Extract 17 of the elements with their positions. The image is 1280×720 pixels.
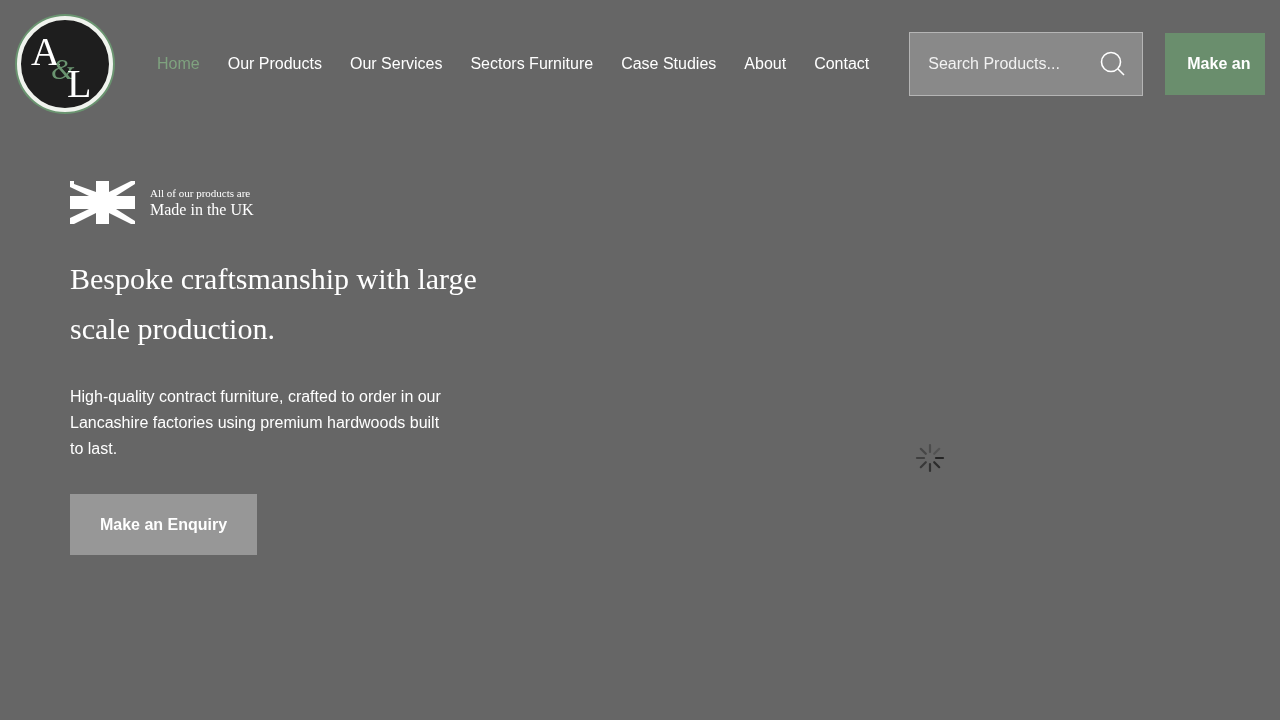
nav-link[interactable]: Our Services xyxy=(349,55,443,73)
nav-link[interactable]: About xyxy=(744,55,787,73)
badge-title: Made in the UK xyxy=(150,200,254,219)
logo[interactable]: A&L xyxy=(17,16,113,112)
loading-spinner-icon xyxy=(915,443,945,473)
enquiry-button[interactable]: Make an xyxy=(1165,33,1266,95)
hero-text: High-quality contract furniture, crafted to order in our Lancashire factories using premium hardwoods built to last. xyxy=(70,387,442,459)
badge-caption: All of our products are xyxy=(150,186,252,199)
search-field[interactable]: Search Products... xyxy=(909,32,1144,96)
enquiry-button[interactable]: Make an Enquiry xyxy=(70,494,257,555)
nav-link[interactable]: Sectors Furniture xyxy=(470,55,594,73)
search-icon[interactable] xyxy=(1100,51,1127,77)
hero-heading: Bespoke craftsmanship with large scale production. xyxy=(70,261,478,347)
nav-link[interactable]: Our Products xyxy=(227,55,322,73)
nav-link[interactable]: Contact xyxy=(814,55,870,73)
nav-link[interactable]: Case Studies xyxy=(621,55,717,73)
union-flag-icon xyxy=(70,181,135,224)
